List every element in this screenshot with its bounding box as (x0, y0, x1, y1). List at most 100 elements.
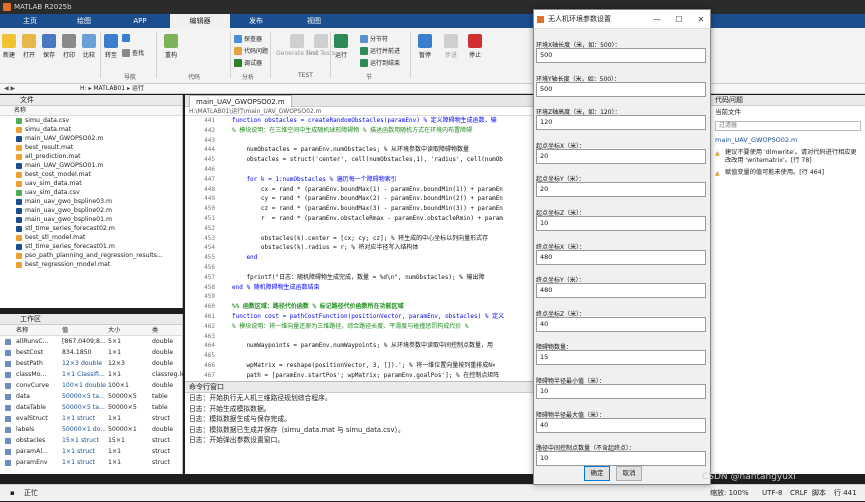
goto-button[interactable]: 转至 (104, 34, 118, 59)
section-break-button[interactable]: 分节符 (360, 34, 388, 43)
file-list-item[interactable]: uav_sim_data.mat (0, 179, 182, 188)
run-section-button[interactable]: 运行 (334, 34, 348, 59)
issue-item[interactable]: ▲ 赋值变量的值可能未使用。[行 464] (711, 167, 865, 179)
ws-col-name[interactable]: 名称 (16, 325, 28, 336)
workspace-row[interactable]: dataTable 50000×5 ta... 50000×5 table (0, 402, 182, 413)
workspace-row[interactable]: evalStruct 1×1 struct 1×1 struct (0, 413, 182, 424)
refactor-button[interactable]: 重构 (164, 34, 178, 59)
param-input[interactable]: 20 (536, 182, 706, 198)
file-list-item[interactable]: best_stl_model.mat (0, 233, 182, 242)
ws-col-size[interactable]: 大小 (108, 325, 120, 336)
variable-icon (5, 361, 11, 367)
param-input[interactable]: 480 (536, 249, 706, 265)
stop-button[interactable]: 停止 (468, 34, 482, 59)
cancel-button[interactable]: 取消 (616, 466, 642, 481)
file-list-item[interactable]: simu_data.csv (0, 116, 182, 125)
file-list-item[interactable]: main_uav_gwo_bspline01.m (0, 215, 182, 224)
file-list-item[interactable]: main_uav_gwo_bspline02.m (0, 206, 182, 215)
file-list-item[interactable]: best_regression_model.mat (0, 260, 182, 269)
status-bar: ▪ 正忙 缩放: 100% UTF-8 CRLF 脚本 行 441 (0, 484, 865, 501)
file-list-item[interactable]: main_UAV_GWOPSO01.m (0, 161, 182, 170)
save-button[interactable]: 保存 (42, 34, 56, 59)
file-list-item[interactable]: main_UAV_GWOPSO02.m (0, 134, 182, 143)
tab-home[interactable]: 主页 (0, 14, 60, 28)
workspace-row[interactable]: obstacles 15×1 struct 15×1 struct (0, 435, 182, 446)
line-number: 449 (204, 195, 215, 203)
tab-apps[interactable]: APP (110, 14, 170, 28)
file-list-item[interactable]: main_uav_gwo_bspline03.m (0, 197, 182, 206)
file-list-item[interactable]: best_cost_model.mat (0, 170, 182, 179)
workspace-row[interactable]: bestCost 834.1850 1×1 double (0, 347, 182, 358)
new-button[interactable]: 新建 (2, 34, 16, 59)
param-input[interactable]: 10 (536, 384, 706, 399)
ws-col-class[interactable]: 类 (152, 325, 158, 336)
param-input[interactable]: 15 (536, 350, 706, 366)
ws-var-value: [867.0409;8... (62, 338, 106, 345)
find-button[interactable]: 查找 (122, 48, 144, 57)
param-input[interactable]: 500 (536, 81, 706, 97)
variable-icon (5, 383, 11, 389)
file-list-item[interactable]: uav_sim_data.csv (0, 188, 182, 197)
line-number: 455 (204, 254, 215, 262)
tab-editor[interactable]: 编辑器 (170, 14, 230, 28)
file-list-item[interactable]: stl_time_series_forecast01.m (0, 242, 182, 251)
editor-tab[interactable]: main_UAV_GWOPSO02.m (189, 95, 292, 107)
workspace-row[interactable]: convCurve 100×1 double 100×1 double (0, 380, 182, 391)
file-list-item[interactable]: best_result.mat (0, 143, 182, 152)
print-button[interactable]: 打印 (62, 34, 76, 59)
param-input[interactable]: 120 (536, 115, 706, 131)
workspace-row[interactable]: paramEnv 1×1 struct 1×1 struct (0, 457, 182, 468)
goto-icon (104, 34, 118, 48)
address-bar[interactable]: ◀ ▶ H: ▸ MATLAB01 ▸ 运行 (0, 84, 865, 94)
back-arrow-icon[interactable]: ◀ ▶ (4, 84, 15, 94)
param-input[interactable]: 20 (536, 148, 706, 164)
file-list-item[interactable]: all_prediction.mat (0, 152, 182, 161)
ws-col-value[interactable]: 值 (62, 325, 68, 336)
workspace-row[interactable]: data 50000×5 ta... 50000×5 table (0, 391, 182, 402)
ribbon-separator (156, 32, 157, 78)
run-to-end-button[interactable]: 运行到结束 (360, 58, 400, 67)
close-icon[interactable]: ✕ (690, 10, 712, 29)
data-file-icon (16, 262, 22, 268)
code-issues-button[interactable]: 代码问题 (234, 46, 268, 55)
tab-view[interactable]: 视图 (284, 14, 344, 28)
debugger-button[interactable]: 调试器 (234, 58, 262, 67)
step-button[interactable]: 步进 (444, 34, 458, 59)
workspace-column-header: 名称 值 大小 类 (0, 325, 182, 336)
open-button[interactable]: 打开 (22, 34, 36, 59)
workspace-row[interactable]: bestPath 12×3 double 12×3 double (0, 358, 182, 369)
minimize-icon[interactable]: — (646, 10, 668, 29)
group-nav-label: 导航 (124, 74, 137, 81)
param-input[interactable]: 40 (536, 316, 706, 332)
run-advance-button[interactable]: 运行并前进 (360, 46, 400, 55)
files-column-header[interactable]: 名称 (0, 106, 182, 116)
param-input[interactable]: 40 (536, 417, 706, 433)
workspace-row[interactable]: paramAl... 1×1 struct 1×1 struct (0, 446, 182, 457)
param-input[interactable]: 500 (536, 48, 706, 63)
file-list-item[interactable]: stl_time_series_forecast02.m (0, 224, 182, 233)
filter-input[interactable]: 过滤器 (715, 121, 861, 131)
ws-var-value: 1×1 struct (62, 415, 95, 422)
tab-publish[interactable]: 发布 (226, 14, 286, 28)
issues-file-name[interactable]: main_UAV_GWOPSO02.m (711, 133, 865, 147)
data-file-icon (16, 145, 22, 151)
maximize-icon[interactable]: ☐ (668, 10, 690, 29)
compare-button[interactable]: 比较 (82, 34, 96, 59)
workspace-row[interactable]: labels 50000×1 do... 50000×1 double (0, 424, 182, 435)
current-file-dropdown[interactable]: 当前文件 (711, 106, 865, 119)
issue-item[interactable]: ▲ 建议不要使用 'dlmwrite'。请对代码进行相应更改改用 'writem… (711, 147, 865, 167)
workspace-row[interactable]: classMo... 1×1 Classifi... 1×1 classreg.le (0, 369, 185, 380)
tab-plots[interactable]: 绘图 (54, 14, 114, 28)
param-input[interactable]: 10 (536, 216, 706, 231)
workspace-row[interactable]: allRunsC... [867.0409;8... 5×1 double (0, 336, 182, 347)
param-input[interactable]: 10 (536, 451, 706, 467)
pause-button[interactable]: 暂停 (418, 34, 432, 59)
back-button[interactable] (122, 34, 130, 42)
file-list-item[interactable]: pso_path_planning_and_regression_results… (0, 251, 182, 260)
profiler-button[interactable]: 探查器 (234, 34, 262, 43)
param-input[interactable]: 480 (536, 283, 706, 299)
ok-button[interactable]: 确定 (584, 466, 610, 481)
line-number: 461 (204, 313, 215, 320)
file-list-item[interactable]: simu_data.mat (0, 125, 182, 134)
current-folder-path[interactable]: H: ▸ MATLAB01 ▸ 运行 (80, 84, 144, 94)
